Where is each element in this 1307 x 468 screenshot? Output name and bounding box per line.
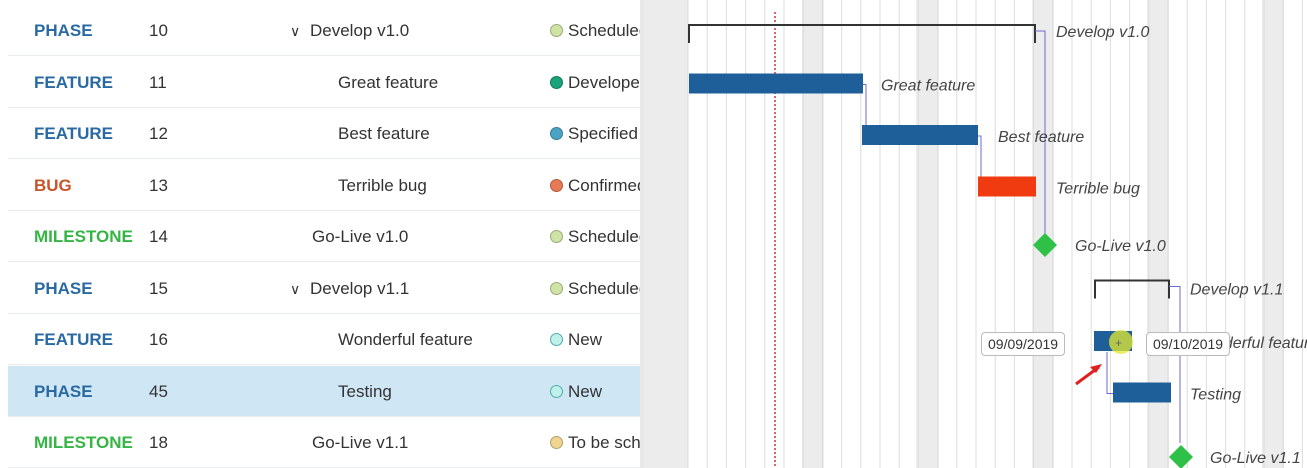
id-cell[interactable]: 15 [149, 263, 209, 314]
status-dot-icon [550, 384, 563, 398]
id-cell[interactable]: 12 [149, 108, 209, 159]
status-dot-icon [550, 24, 563, 37]
bar-testing[interactable] [1113, 382, 1171, 403]
id-cell[interactable]: 14 [149, 211, 209, 262]
type-cell[interactable]: BUG [34, 160, 152, 211]
status-dot-icon [550, 230, 563, 243]
gantt-label-terrible-bug: Terrible bug [1056, 181, 1140, 198]
status-label: New [568, 330, 603, 349]
id-cell[interactable]: 45 [149, 366, 209, 417]
weekend-band [802, 0, 824, 468]
status-cell[interactable]: Scheduled [550, 5, 640, 56]
gantt-canvas[interactable]: + Develop v1.0 Great feature Best feature Te… [644, 0, 1307, 468]
status-cell[interactable]: To be scheduled [550, 417, 640, 468]
id-cell[interactable]: 13 [149, 160, 209, 211]
subject-label: Wonderful feature [338, 330, 473, 349]
table-row[interactable]: PHASE15 ∨Develop v1.1 Scheduled [8, 263, 640, 314]
subject-label: Best feature [338, 124, 430, 143]
type-cell[interactable]: FEATURE [34, 57, 152, 108]
subject-label: Testing [338, 381, 392, 401]
status-label: Scheduled [568, 227, 640, 246]
chevron-down-icon[interactable]: ∨ [290, 264, 310, 314]
subject-label: Go-Live v1.0 [312, 227, 409, 246]
bar-great-feature[interactable] [689, 73, 863, 94]
status-cell[interactable]: Scheduled [550, 211, 640, 262]
status-label: Specified [568, 124, 638, 143]
subject-label: Go-Live v1.1 [312, 433, 409, 452]
table-row[interactable]: PHASE 45 Testing New [8, 365, 640, 417]
status-dot-icon [550, 178, 563, 192]
id-cell[interactable]: 16 [149, 314, 209, 365]
status-dot-icon [550, 436, 563, 449]
chevron-down-icon[interactable]: ∨ [290, 6, 310, 56]
type-cell[interactable]: MILESTONE [34, 417, 152, 468]
weekend-band [1032, 0, 1054, 468]
type-cell[interactable]: FEATURE [34, 108, 152, 159]
status-dot-icon [550, 281, 563, 295]
subject-cell[interactable]: ∨ Develop v1.0 [290, 5, 550, 56]
id-cell[interactable]: 18 [149, 417, 209, 468]
status-dot-icon [550, 75, 563, 89]
status-cell[interactable]: New [550, 314, 640, 365]
table-row[interactable]: FEATURE 12 Best feature Specified [8, 108, 640, 159]
subject-label: Terrible bug [338, 175, 427, 195]
start-date-tooltip: 09/09/2019 [981, 332, 1066, 356]
status-label: Scheduled [568, 278, 640, 298]
weekend-band [644, 0, 688, 468]
status-dot-icon [550, 127, 563, 140]
table-row[interactable]: MILESTONE18 Go-Live v1.1 To be scheduled [8, 417, 640, 468]
status-cell[interactable]: Developed [550, 57, 640, 108]
status-label: New [568, 381, 603, 401]
id-cell[interactable]: 11 [149, 57, 209, 108]
status-label: Scheduled [568, 21, 640, 40]
table-row[interactable]: BUG 13 Terrible bug Confirmed [8, 160, 640, 211]
gantt-label-go-live-v1-0: Go-Live v1.0 [1075, 238, 1166, 255]
subject-cell[interactable]: Go-Live v1.0 [290, 211, 572, 262]
bar-best-feature[interactable] [862, 125, 978, 145]
table-row[interactable]: FEATURE11 Great feature Developed [8, 57, 640, 108]
work-package-table: PHASE10∨Develop v1.0ScheduledFEATURE11Gr… [0, 0, 640, 468]
gantt-chart[interactable]: + Develop v1.0 Great feature Best feature Te… [644, 0, 1307, 468]
bar-terrible-bug[interactable] [978, 176, 1036, 197]
subject-label: Great feature [338, 72, 439, 92]
subject-cell[interactable]: Go-Live v1.1 [290, 417, 572, 468]
type-cell[interactable]: FEATURE [34, 314, 152, 365]
gantt-label-develop-v1-0: Develop v1.0 [1056, 24, 1149, 41]
gantt-label-go-live-v1-1: Go-Live v1.1 [1210, 450, 1301, 467]
id-cell[interactable]: 10 [149, 5, 209, 56]
status-label: To be scheduled [568, 433, 640, 452]
table-row[interactable]: MILESTONE14 Go-Live v1.0 Scheduled [8, 211, 640, 262]
weekend-band [1262, 0, 1284, 468]
status-label: Confirmed [568, 175, 640, 195]
subject-label: Develop v1.1 [310, 278, 410, 298]
status-cell[interactable]: Confirmed [550, 160, 640, 211]
subject-label: Develop v1.0 [310, 21, 410, 40]
end-date-tooltip: 09/10/2019 [1146, 332, 1231, 356]
gantt-label-best-feature: Best feature [998, 129, 1084, 146]
table-row[interactable]: FEATURE 16 Wonderful feature New [8, 314, 640, 365]
gantt-label-testing: Testing [1190, 387, 1241, 404]
drag-handle-glyph: + [1115, 336, 1122, 350]
status-cell[interactable]: New [550, 366, 640, 417]
gantt-label-great-feature: Great feature [881, 78, 975, 95]
type-cell[interactable]: MILESTONE [34, 211, 152, 262]
status-cell[interactable]: Scheduled [550, 263, 640, 314]
status-cell[interactable]: Specified [550, 108, 640, 159]
status-label: Developed [568, 72, 640, 92]
gantt-label-develop-v1-1: Develop v1.1 [1190, 282, 1283, 299]
status-dot-icon [550, 333, 563, 346]
type-cell[interactable]: PHASE [34, 5, 152, 56]
type-cell[interactable]: PHASE [34, 263, 152, 314]
table-row[interactable]: PHASE10 ∨Develop v1.0 Scheduled [8, 5, 640, 56]
weekend-band [916, 0, 939, 468]
type-cell[interactable]: PHASE [34, 366, 152, 417]
subject-cell[interactable]: ∨ Develop v1.1 [290, 263, 550, 314]
